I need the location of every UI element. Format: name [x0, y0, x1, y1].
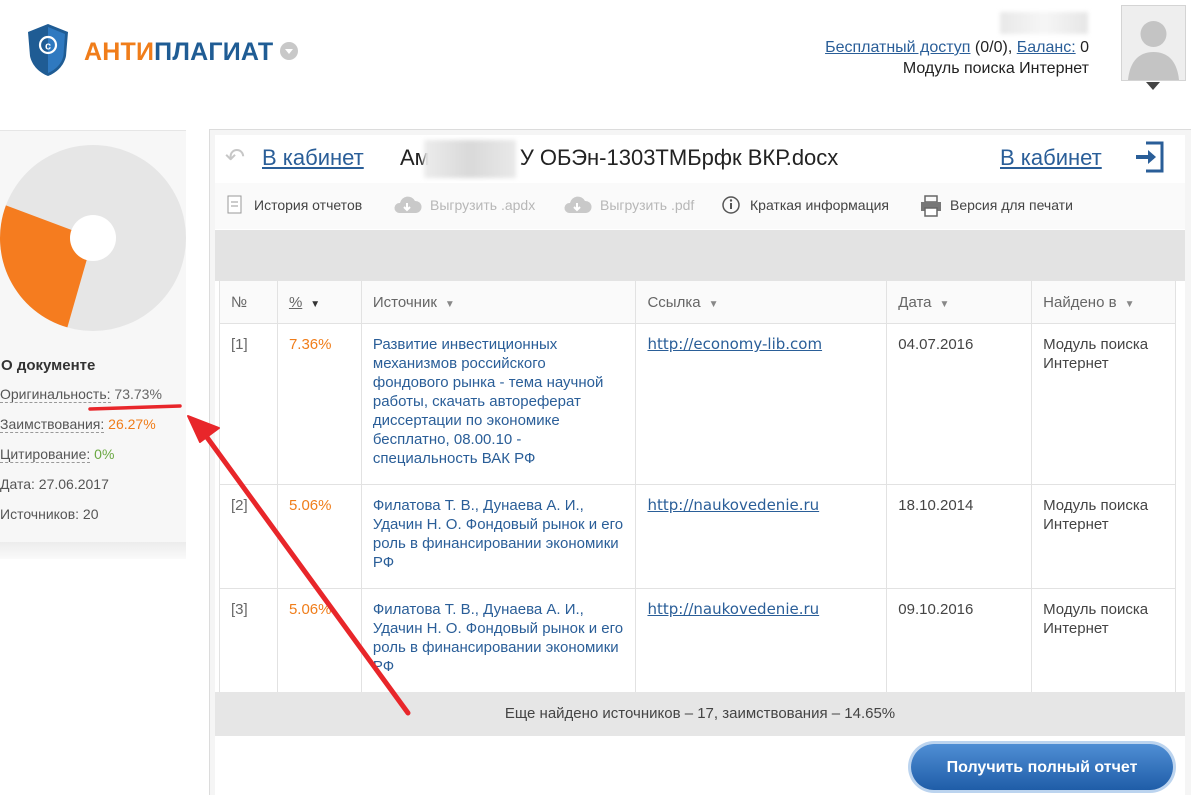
table-row: [1] 7.36% Развитие инвестиционных механи…	[219, 323, 1176, 485]
info-icon	[722, 196, 740, 214]
row-number: [1]	[219, 323, 278, 485]
table-header-row: № % ▼ Источник ▼ Ссылка ▼ Дата ▼ Найдено в ▼	[219, 281, 1176, 324]
col-header-date[interactable]: Дата ▼	[886, 281, 1033, 324]
export-apdx-button[interactable]: Выгрузить .apdx	[430, 197, 535, 213]
sort-icon: ▼	[444, 298, 455, 310]
report-history-button[interactable]: История отчетов	[254, 197, 362, 213]
sources-table: № % ▼ Источник ▼ Ссылка ▼ Дата ▼ Найдено в ▼ …	[219, 281, 1176, 693]
blurred-document-name	[424, 140, 516, 178]
row-percent: 5.06%	[276, 588, 362, 693]
cabinet-link-right[interactable]: В кабинет	[1000, 145, 1102, 171]
more-sources-text: Еще найдено источников – 17, заимствован…	[504, 705, 896, 722]
balance-value: 0	[1080, 39, 1089, 56]
col-header-link[interactable]: Ссылка ▼	[635, 281, 888, 324]
row-found-in: Модуль поиска Интернет	[1031, 588, 1176, 693]
avatar-dropdown-icon[interactable]	[1146, 82, 1160, 90]
cloud-download-icon	[394, 196, 422, 213]
row-link[interactable]: http://naukovedenie.ru	[647, 600, 819, 618]
col-header-pct[interactable]: % ▼	[276, 281, 362, 324]
originality-stat: Оригинальность: 73.73%	[0, 386, 162, 403]
print-version-button[interactable]: Версия для печати	[950, 197, 1073, 213]
row-link[interactable]: http://naukovedenie.ru	[647, 496, 819, 514]
search-module-label: Модуль поиска Интернет	[902, 60, 1089, 77]
cabinet-link[interactable]: В кабинет	[262, 145, 364, 171]
col-header-found-in[interactable]: Найдено в ▼	[1031, 281, 1176, 324]
row-percent: 7.36%	[276, 323, 362, 485]
row-date: 09.10.2016	[886, 588, 1033, 693]
avatar[interactable]	[1121, 5, 1186, 81]
brand-dropdown-icon[interactable]	[280, 42, 298, 60]
row-percent: 5.06%	[276, 484, 362, 589]
shield-icon: c	[28, 24, 68, 76]
export-pdf-button[interactable]: Выгрузить .pdf	[600, 197, 694, 213]
cloud-download-icon	[564, 196, 592, 213]
row-link-cell: http://naukovedenie.ru	[635, 588, 888, 693]
row-found-in: Модуль поиска Интернет	[1031, 323, 1176, 485]
row-link-cell: http://naukovedenie.ru	[635, 484, 888, 589]
brief-info-button[interactable]: Краткая информация	[750, 197, 889, 213]
row-date: 18.10.2014	[886, 484, 1033, 589]
history-doc-icon	[227, 195, 242, 214]
free-access-value: (0/0),	[974, 39, 1013, 56]
account-info: Бесплатный доступ (0/0), Баланс: 0 Модул…	[825, 37, 1089, 79]
table-row: [3] 5.06% Филатова Т. В., Дунаева А. И.,…	[219, 588, 1176, 693]
printer-icon	[921, 195, 941, 217]
sources-count-stat: Источников: 20	[0, 506, 99, 522]
back-arrow-icon[interactable]: ↶	[225, 146, 245, 170]
pie-center-hole	[70, 215, 116, 261]
col-header-num: №	[219, 281, 278, 324]
row-number: [3]	[219, 588, 278, 693]
row-number: [2]	[219, 484, 278, 589]
sort-icon: ▼	[1124, 298, 1135, 310]
sidebar-divider	[0, 542, 186, 559]
about-document-title: О документе	[1, 357, 96, 374]
free-access-link[interactable]: Бесплатный доступ	[825, 39, 970, 56]
row-source-title[interactable]: Развитие инвестиционных механизмов росси…	[360, 323, 637, 485]
blurred-username	[1000, 12, 1088, 34]
antiplagiat-logo[interactable]: c АНТИПЛАГИАТ	[24, 22, 314, 82]
exit-to-cabinet-icon[interactable]	[1134, 139, 1166, 175]
date-stat: Дата: 27.06.2017	[0, 476, 109, 492]
row-link[interactable]: http://economy-lib.com	[647, 335, 822, 353]
balance-link[interactable]: Баланс:	[1017, 39, 1076, 56]
originality-pie-chart	[0, 145, 186, 331]
get-full-report-button[interactable]: Получить полный отчет	[911, 744, 1173, 790]
col-header-source[interactable]: Источник ▼	[360, 281, 637, 324]
sort-desc-icon: ▼	[310, 298, 321, 310]
row-found-in: Модуль поиска Интернет	[1031, 484, 1176, 589]
sort-icon: ▼	[708, 298, 719, 310]
citation-stat: Цитирование: 0%	[0, 446, 115, 463]
row-source-title[interactable]: Филатова Т. В., Дунаева А. И., Удачин Н.…	[360, 484, 637, 589]
borrowing-stat: Заимствования: 26.27%	[0, 416, 156, 433]
table-row: [2] 5.06% Филатова Т. В., Дунаева А. И.,…	[219, 484, 1176, 589]
brand-name: АНТИПЛАГИАТ	[84, 38, 274, 66]
sort-icon: ▼	[939, 298, 950, 310]
svg-text:c: c	[45, 41, 51, 53]
row-date: 04.07.2016	[886, 323, 1033, 485]
row-source-title[interactable]: Филатова Т. В., Дунаева А. И., Удачин Н.…	[360, 588, 637, 693]
row-link-cell: http://economy-lib.com	[635, 323, 888, 485]
grey-separator-band	[215, 230, 1185, 281]
user-silhouette-icon	[1122, 6, 1185, 80]
